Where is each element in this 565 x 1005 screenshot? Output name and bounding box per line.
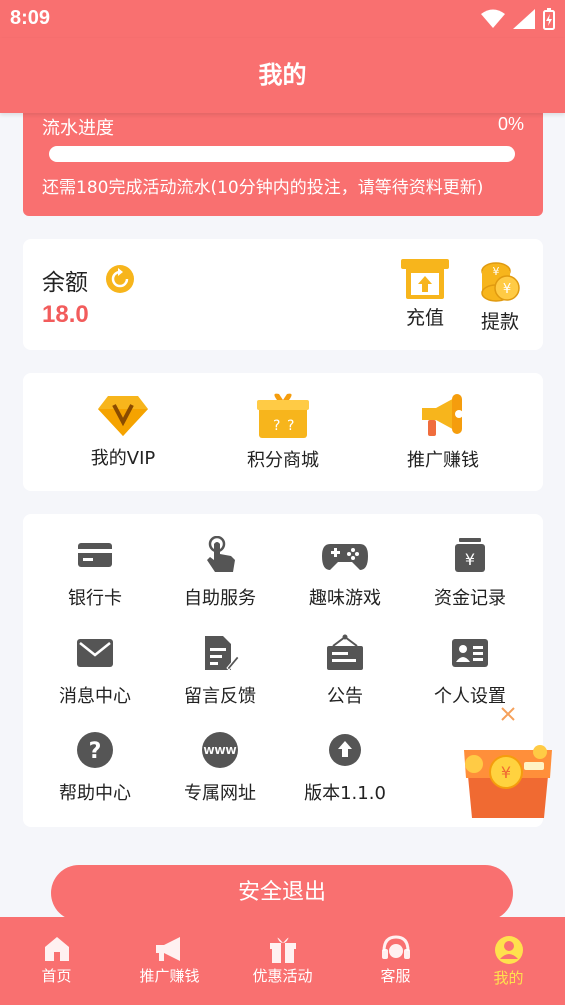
balance-title: 余额 <box>42 270 88 296</box>
recharge-button[interactable]: 充值 <box>395 259 455 330</box>
service-label: 趣味游戏 <box>309 588 381 609</box>
refresh-icon[interactable] <box>105 264 135 294</box>
service-fund-records[interactable]: ¥ 资金记录 <box>410 536 530 610</box>
feedback-icon <box>205 636 239 671</box>
service-label: 公告 <box>327 686 363 707</box>
svg-text:?: ? <box>287 418 294 434</box>
status-icons <box>481 8 555 30</box>
tab-label: 首页 <box>41 967 72 985</box>
service-label: 个人设置 <box>434 686 506 707</box>
page-title: 我的 <box>0 38 565 113</box>
service-label: 消息中心 <box>59 686 131 707</box>
turnover-progress-card: 流水进度 0% 还需180完成活动流水(10分钟内的投注，请等待资料更新) <box>23 100 543 216</box>
headset-icon <box>381 935 410 959</box>
feature-points-mall[interactable]: ? ? 积分商城 <box>223 392 343 472</box>
service-fun-games[interactable]: 趣味游戏 <box>285 536 405 610</box>
feature-promote-label: 推广赚钱 <box>407 450 479 471</box>
floating-gift-promo[interactable]: ¥ <box>458 706 558 826</box>
feature-vip-label: 我的VIP <box>90 448 156 469</box>
svg-text:¥: ¥ <box>493 265 500 278</box>
battery-icon <box>543 8 555 30</box>
bottom-tab-bar: 首页 推广赚钱 优惠活动 客服 我的 <box>0 917 565 1005</box>
tab-label: 推广赚钱 <box>139 967 200 985</box>
tab-label: 优惠活动 <box>252 967 313 985</box>
service-message-center[interactable]: 消息中心 <box>35 634 155 708</box>
service-label: 资金记录 <box>434 588 506 609</box>
feature-points-mall-label: 积分商城 <box>247 450 319 471</box>
progress-note: 还需180完成活动流水(10分钟内的投注，请等待资料更新) <box>42 178 484 198</box>
progress-bar <box>49 146 515 162</box>
help-icon: ? <box>77 732 113 768</box>
megaphone-icon <box>155 937 180 961</box>
signal-icon <box>513 9 535 29</box>
tab-customer-service[interactable]: 客服 <box>339 917 452 1005</box>
service-label: 自助服务 <box>184 588 256 609</box>
coins-icon: ¥ ¥ <box>481 262 520 302</box>
progress-percent: 0% <box>497 114 524 134</box>
service-self-service[interactable]: 自助服务 <box>160 536 280 610</box>
feature-promote[interactable]: 推广赚钱 <box>383 392 503 472</box>
progress-label: 流水进度 <box>42 118 114 139</box>
service-version[interactable]: 版本1.1.0 <box>285 731 405 805</box>
svg-text:¥: ¥ <box>501 763 511 782</box>
notice-board-icon <box>327 634 363 670</box>
service-bank-card[interactable]: 银行卡 <box>35 536 155 610</box>
wifi-icon <box>481 9 505 28</box>
bank-card-icon <box>78 543 112 567</box>
service-personal-settings[interactable]: 个人设置 <box>410 634 530 708</box>
home-icon <box>44 937 69 961</box>
upload-icon <box>329 734 361 766</box>
close-icon[interactable] <box>501 707 515 721</box>
recharge-label: 充值 <box>405 307 444 329</box>
gift-box-icon: ? ? <box>257 393 309 438</box>
svg-text:?: ? <box>89 739 102 764</box>
service-label: 留言反馈 <box>184 686 256 707</box>
svg-text:WWW: WWW <box>203 746 236 757</box>
tab-label: 客服 <box>380 967 411 985</box>
svg-text:¥: ¥ <box>503 282 511 297</box>
www-icon: WWW <box>202 732 238 768</box>
service-help-center[interactable]: ? 帮助中心 <box>35 731 155 805</box>
status-bar: 8:09 <box>0 0 565 38</box>
service-label: 专属网址 <box>184 783 256 804</box>
tab-home[interactable]: 首页 <box>0 917 113 1005</box>
balance-amount: 18.0 <box>42 301 89 328</box>
gamepad-icon <box>322 544 368 570</box>
recharge-icon <box>401 259 449 299</box>
treasure-chest-icon: ¥ <box>464 745 552 818</box>
id-card-icon <box>452 639 488 667</box>
tab-promotions[interactable]: 优惠活动 <box>226 917 339 1005</box>
logout-button[interactable]: 安全退出 <box>51 865 513 921</box>
tab-promote[interactable]: 推广赚钱 <box>113 917 226 1005</box>
status-time: 8:09 <box>10 7 51 29</box>
vip-diamond-icon <box>98 396 148 436</box>
service-announcement[interactable]: 公告 <box>285 634 405 708</box>
megaphone-icon <box>422 394 463 436</box>
svg-text:?: ? <box>273 418 280 434</box>
withdraw-label: 提款 <box>480 311 519 333</box>
svg-text:¥: ¥ <box>465 550 475 569</box>
tab-mine[interactable]: 我的 <box>452 917 565 1005</box>
service-feedback[interactable]: 留言反馈 <box>160 634 280 708</box>
service-exclusive-url[interactable]: WWW 专属网址 <box>160 731 280 805</box>
touch-hand-icon <box>207 536 235 572</box>
service-label: 帮助中心 <box>59 783 131 804</box>
balance-card: 余额 18.0 充值 ¥ ¥ 提款 <box>23 239 543 350</box>
gift-icon <box>269 937 296 963</box>
envelope-icon <box>77 639 113 667</box>
withdraw-button[interactable]: ¥ ¥ 提款 <box>470 259 530 334</box>
service-label: 版本1.1.0 <box>304 783 386 804</box>
fund-record-icon: ¥ <box>455 538 485 572</box>
feature-vip[interactable]: 我的VIP <box>63 394 183 470</box>
service-label: 银行卡 <box>68 588 122 609</box>
tab-label: 我的 <box>493 969 524 987</box>
feature-grid: 我的VIP ? ? 积分商城 推广赚钱 <box>23 373 543 491</box>
user-icon <box>494 936 523 964</box>
